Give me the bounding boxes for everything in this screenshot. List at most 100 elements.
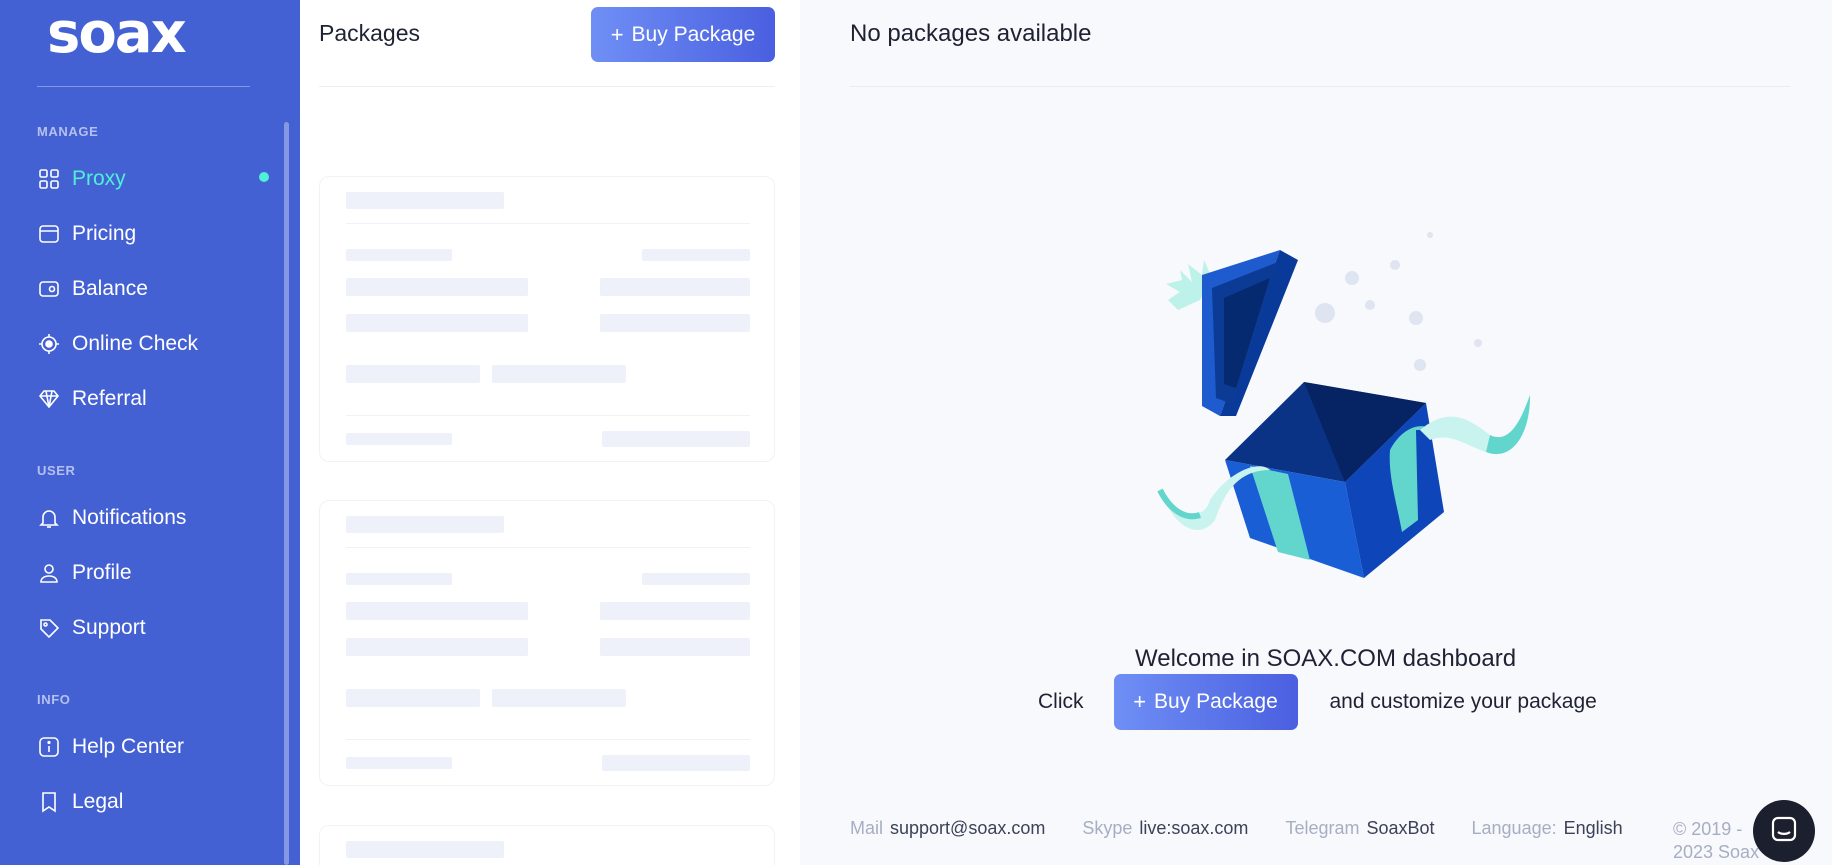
sidebar-item-online-check[interactable]: Online Check	[37, 326, 277, 362]
package-skeleton-card	[319, 176, 775, 462]
cta-row: Click + Buy Package and customize your p…	[1038, 674, 1597, 730]
welcome-text: Welcome in SOAX.COM dashboard	[1135, 645, 1517, 672]
skeleton-bar	[346, 314, 528, 332]
sidebar-item-label: Proxy	[72, 167, 126, 190]
sidebar-item-support[interactable]: Support	[37, 610, 277, 646]
skeleton-bar	[346, 192, 504, 209]
active-indicator-dot	[259, 172, 269, 182]
footer-skype: Skype live:soax.com	[1082, 818, 1248, 839]
customize-text: and customize your package	[1329, 690, 1597, 713]
skeleton-bar	[346, 573, 452, 585]
skeleton-divider	[346, 415, 750, 416]
wallet-icon	[37, 222, 61, 246]
chat-icon	[1770, 815, 1798, 848]
packages-panel: Packages + Buy Package	[300, 0, 800, 865]
footer-telegram: Telegram SoaxBot	[1285, 818, 1434, 839]
sidebar-item-label: Pricing	[72, 222, 137, 245]
skeleton-bar	[346, 365, 480, 383]
buy-package-label: Buy Package	[1154, 690, 1278, 713]
sidebar-item-label: Legal	[72, 790, 124, 813]
skeleton-bar	[346, 689, 480, 707]
bell-icon	[37, 506, 61, 530]
footer-language: Language: English	[1472, 818, 1623, 839]
divider	[37, 86, 250, 87]
section-label-manage: MANAGE	[37, 124, 99, 139]
skeleton-bar	[600, 638, 750, 656]
sidebar-item-legal[interactable]: Legal	[37, 784, 277, 820]
sidebar-item-help-center[interactable]: Help Center	[37, 729, 277, 765]
skeleton-bar	[346, 638, 528, 656]
sidebar-item-label: Referral	[72, 387, 147, 410]
skeleton-bar	[602, 755, 750, 771]
skeleton-bar	[600, 314, 750, 332]
skeleton-divider	[346, 223, 750, 224]
footer-mail-label: Mail	[850, 818, 884, 838]
footer-mail: Mail support@soax.com	[850, 818, 1045, 839]
sidebar-item-label: Profile	[72, 561, 132, 584]
packages-title: Packages	[319, 20, 421, 46]
footer: Mail support@soax.com Skype live:soax.com …	[850, 818, 1660, 839]
sidebar-item-notifications[interactable]: Notifications	[37, 500, 277, 536]
soax-logo[interactable]: soax	[47, 6, 187, 62]
grid-icon	[37, 167, 61, 191]
footer-telegram-label: Telegram	[1285, 818, 1360, 838]
page-title: No packages available	[850, 20, 1092, 47]
plus-icon: +	[610, 21, 624, 47]
skeleton-bar	[346, 757, 452, 769]
package-skeleton-card	[319, 500, 775, 786]
footer-telegram-link[interactable]: SoaxBot	[1366, 818, 1434, 838]
sidebar-item-label: Balance	[72, 277, 148, 300]
click-text: Click	[1038, 690, 1084, 713]
footer-skype-link[interactable]: live:soax.com	[1139, 818, 1248, 838]
skeleton-bar	[346, 602, 528, 620]
skeleton-bar	[346, 841, 504, 858]
footer-mail-link[interactable]: support@soax.com	[890, 818, 1045, 838]
chat-widget-button[interactable]	[1753, 800, 1815, 862]
bookmark-icon	[37, 790, 61, 814]
section-label-user: USER	[37, 463, 76, 478]
skeleton-divider	[346, 547, 750, 548]
footer-skype-label: Skype	[1082, 818, 1133, 838]
balance-icon	[37, 277, 61, 301]
info-icon	[37, 735, 61, 759]
skeleton-bar	[346, 516, 504, 533]
sidebar-item-referral[interactable]: Referral	[37, 381, 277, 417]
skeleton-bar	[346, 433, 452, 445]
package-skeleton-card	[319, 825, 775, 865]
footer-language-label: Language:	[1471, 818, 1557, 838]
skeleton-bar	[642, 573, 750, 585]
section-label-info: INFO	[37, 692, 71, 707]
buy-package-label: Buy Package	[631, 22, 756, 46]
skeleton-bar	[642, 249, 750, 261]
language-selector[interactable]: English	[1564, 818, 1623, 838]
divider	[850, 86, 1790, 87]
skeleton-bar	[600, 602, 750, 620]
skeleton-bar	[600, 278, 750, 296]
main-content: No packages available Welcome in SOAX.CO…	[800, 0, 1832, 865]
buy-package-button[interactable]: + Buy Package	[591, 7, 775, 62]
sidebar-item-label: Help Center	[72, 735, 185, 758]
skeleton-bar	[602, 431, 750, 447]
sidebar: soax MANAGE Proxy Pricing Balance Online…	[0, 0, 300, 865]
sidebar-item-balance[interactable]: Balance	[37, 271, 277, 307]
skeleton-bar	[346, 278, 528, 296]
skeleton-bar	[492, 689, 626, 707]
sidebar-item-label: Notifications	[72, 506, 187, 529]
sidebar-item-proxy[interactable]: Proxy	[37, 161, 277, 197]
sidebar-item-profile[interactable]: Profile	[37, 555, 277, 591]
skeleton-divider	[346, 739, 750, 740]
buy-package-button-main[interactable]: + Buy Package	[1113, 674, 1298, 730]
tag-icon	[37, 616, 61, 640]
skeleton-bar	[346, 249, 452, 261]
sidebar-item-label: Online Check	[72, 332, 199, 355]
divider	[319, 86, 775, 87]
diamond-icon	[37, 387, 61, 411]
target-icon	[37, 332, 61, 356]
sidebar-item-pricing[interactable]: Pricing	[37, 216, 277, 252]
sidebar-scrollbar[interactable]	[284, 122, 289, 865]
plus-icon: +	[1133, 689, 1147, 714]
open-gift-box-illustration	[1120, 220, 1540, 600]
user-icon	[37, 561, 61, 585]
sidebar-item-label: Support	[72, 616, 146, 639]
skeleton-bar	[492, 365, 626, 383]
